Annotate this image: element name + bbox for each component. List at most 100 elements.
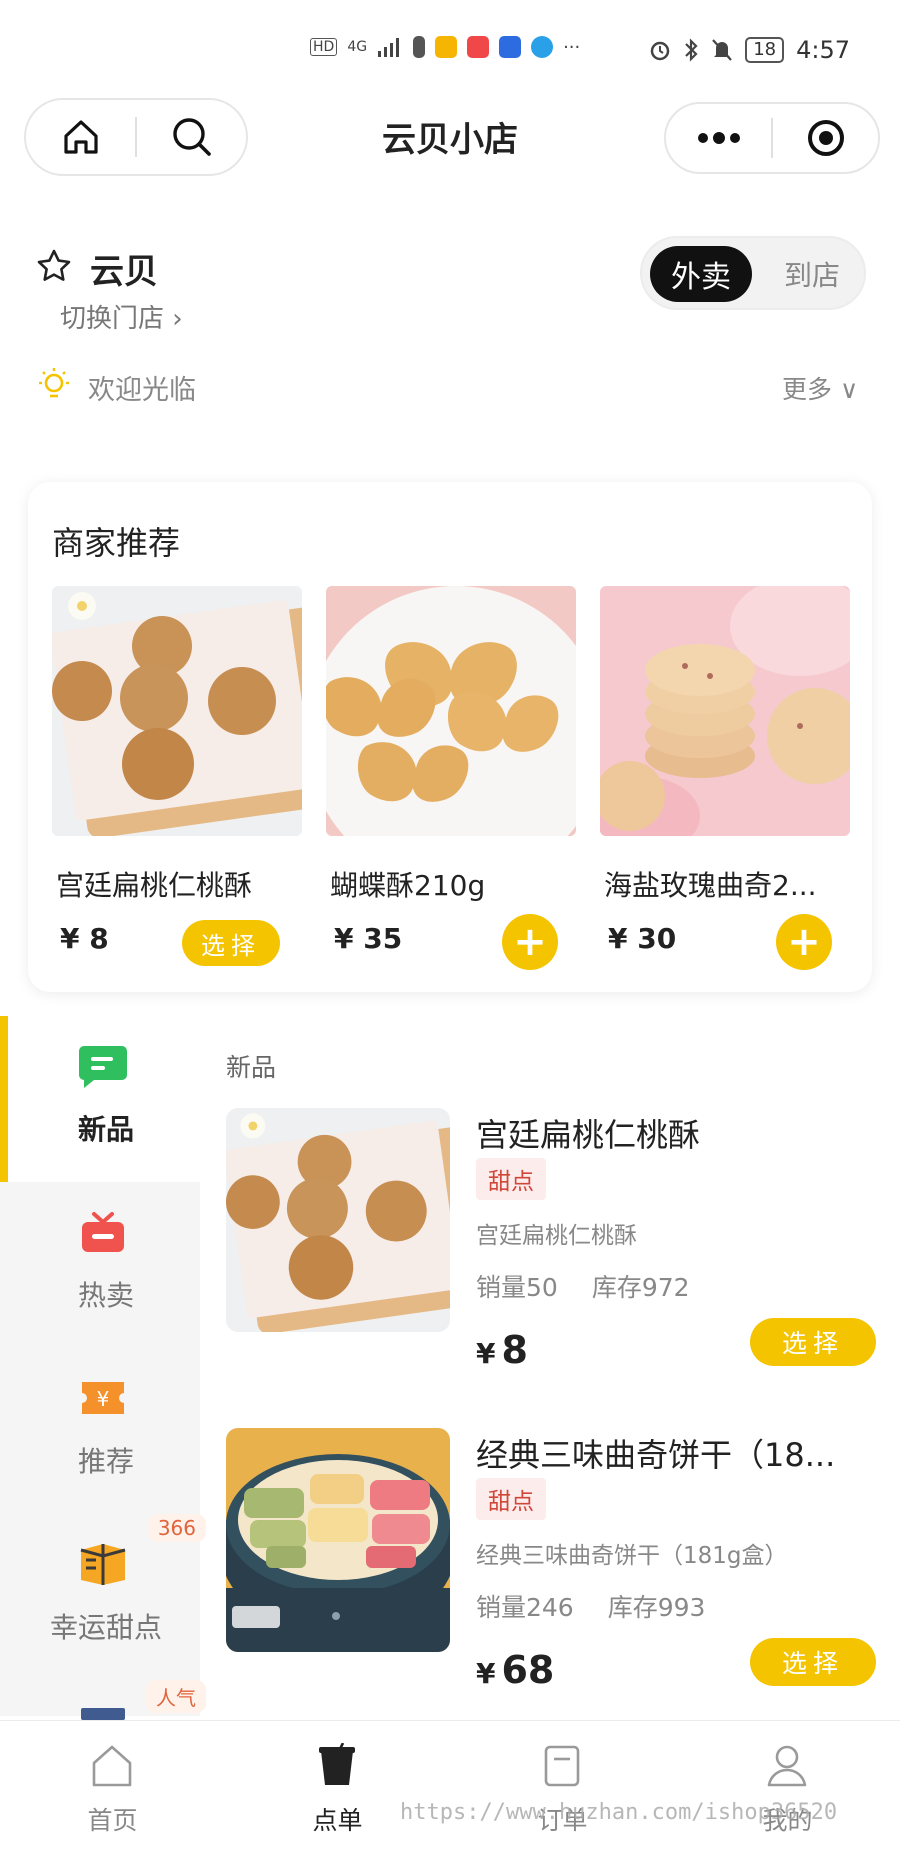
product-description: 宫廷扁桃仁桃酥	[476, 1223, 637, 1249]
tab-order-menu[interactable]: 点单	[225, 1721, 450, 1856]
battery-indicator: 18	[745, 37, 785, 63]
product-tag: 甜点	[476, 1478, 546, 1520]
box-icon	[81, 1708, 125, 1720]
product-image-walnut-cookie[interactable]	[52, 586, 302, 836]
category-label: 幸运甜点	[49, 1611, 162, 1644]
favorite-star-icon[interactable]	[36, 248, 72, 284]
target-icon	[807, 120, 844, 156]
recommend-title: 商家推荐	[52, 524, 181, 562]
more-menu-button[interactable]	[666, 104, 771, 172]
recommend-item-name: 蝴蝶酥210g	[330, 869, 486, 902]
recommend-item-price: ¥ 8	[60, 922, 109, 955]
mail-app-icon	[435, 36, 458, 58]
category-popular-badge: 人气	[146, 1680, 206, 1713]
recommend-item-price: ¥ 35	[334, 922, 403, 955]
product-card[interactable]: 经典三味曲奇饼干（18... 甜点 经典三味曲奇饼干（181g盒） 销量246 库…	[226, 1428, 886, 1692]
product-description: 经典三味曲奇饼干（181g盒）	[476, 1543, 788, 1569]
product-price: ¥8	[476, 1328, 528, 1372]
lightbulb-icon	[39, 368, 69, 398]
category-item-hot[interactable]: 热卖	[0, 1182, 210, 1348]
box-icon	[80, 1544, 126, 1585]
add-to-cart-button[interactable]: +	[776, 914, 832, 970]
product-name: 经典三味曲奇饼干（18...	[476, 1436, 836, 1474]
recommend-item-price: ¥ 30	[608, 922, 677, 955]
select-button[interactable]: 选择	[182, 920, 280, 966]
blue-app-icon	[499, 36, 522, 58]
product-sales: 销量50	[476, 1273, 558, 1302]
product-tag: 甜点	[476, 1158, 546, 1200]
tab-profile[interactable]: 我的	[675, 1721, 900, 1856]
more-link[interactable]: 更多 ∨	[782, 370, 858, 406]
status-left: HD 4G ···	[310, 36, 580, 58]
bluetooth-icon	[685, 38, 698, 62]
product-image-butterfly-pastry[interactable]	[326, 586, 576, 836]
delivery-mode-button[interactable]: 外卖	[650, 246, 752, 302]
recommend-item[interactable]: 蝴蝶酥210g ¥ 35 +	[326, 586, 576, 970]
tab-label: 首页	[87, 1806, 138, 1835]
tab-orders[interactable]: 订单	[450, 1721, 675, 1856]
product-price: ¥68	[476, 1648, 554, 1692]
recommend-item-name: 宫廷扁桃仁桃酥	[56, 869, 253, 902]
alert-icon	[413, 36, 426, 58]
store-name: 云贝	[90, 252, 158, 292]
gift-icon	[82, 1212, 124, 1252]
product-card[interactable]: 宫廷扁桃仁桃酥 甜点 宫廷扁桃仁桃酥 销量50 库存972 ¥8 选择	[226, 1108, 886, 1372]
more-notifications-icon: ···	[563, 36, 581, 58]
nav-left-pill	[24, 98, 248, 176]
home-button[interactable]	[26, 100, 135, 174]
signal-icon	[378, 38, 400, 57]
coupon-icon: ¥	[82, 1382, 124, 1414]
product-image-walnut-cookie[interactable]	[226, 1108, 450, 1332]
bottom-tab-bar: 首页 点单 订单 我的	[0, 1720, 900, 1856]
status-bar: HD 4G ··· 18 4:57	[0, 0, 900, 100]
product-image-cookie-tin[interactable]	[226, 1428, 450, 1652]
category-item-new[interactable]: 新品	[0, 1016, 210, 1182]
category-label: 新品	[77, 1113, 134, 1146]
product-stock: 库存972	[591, 1273, 690, 1302]
profile-icon	[767, 1745, 807, 1787]
select-button[interactable]: 选择	[750, 1638, 876, 1686]
product-stats: 销量50 库存972	[476, 1268, 690, 1304]
product-stock: 库存993	[607, 1593, 706, 1622]
search-button[interactable]	[137, 100, 246, 174]
watermark: https://www.huzhan.com/ishop36520	[400, 1800, 838, 1825]
category-label: 热卖	[77, 1279, 134, 1312]
welcome-text: 欢迎光临	[88, 375, 196, 406]
category-label: 推荐	[77, 1445, 134, 1478]
price-value: 8	[501, 1328, 528, 1372]
select-button[interactable]: 选择	[750, 1318, 876, 1366]
recommend-item[interactable]: 宫廷扁桃仁桃酥 ¥ 8 选择	[52, 586, 302, 966]
more-dots-icon	[697, 132, 740, 144]
category-item-lucky-dessert[interactable]: 366 幸运甜点	[0, 1514, 210, 1680]
currency-symbol: ¥	[476, 1337, 496, 1370]
home-icon	[92, 1745, 132, 1787]
close-miniapp-button[interactable]	[773, 104, 878, 172]
merchant-recommend-card: 商家推荐 宫廷扁桃仁桃酥 ¥ 8 选择 蝴蝶酥210g ¥ 35 + 海盐玫瑰曲…	[28, 482, 872, 992]
product-image-rose-cookie[interactable]	[600, 586, 850, 836]
price-value: 68	[501, 1648, 555, 1692]
network-indicator: 4G	[347, 39, 368, 55]
alarm-icon	[650, 41, 670, 61]
browser-app-icon	[531, 36, 554, 58]
hd-indicator: HD	[310, 38, 338, 56]
product-sales: 销量246	[476, 1593, 574, 1622]
chat-icon	[79, 1046, 127, 1088]
home-icon	[63, 120, 98, 154]
recommend-item[interactable]: 海盐玫瑰曲奇2... ¥ 30 +	[600, 586, 850, 970]
recommend-item-name: 海盐玫瑰曲奇2...	[604, 869, 817, 902]
tab-home[interactable]: 首页	[0, 1721, 225, 1856]
section-title: 新品	[226, 1053, 277, 1082]
add-to-cart-button[interactable]: +	[502, 914, 558, 970]
svg-text:¥: ¥	[97, 1387, 110, 1411]
product-stats: 销量246 库存993	[476, 1588, 705, 1624]
switch-store-link[interactable]: 切换门店 ›	[60, 298, 183, 335]
capsule-menu	[664, 102, 880, 174]
dine-in-mode-button[interactable]: 到店	[766, 246, 858, 302]
category-item-popular[interactable]: 人气	[0, 1680, 210, 1720]
status-right: 18 4:57	[649, 36, 850, 64]
red-app-icon	[467, 36, 490, 58]
cup-icon	[319, 1743, 355, 1785]
currency-symbol: ¥	[476, 1657, 496, 1690]
category-item-recommend[interactable]: ¥ 推荐	[0, 1348, 210, 1514]
clock: 4:57	[796, 36, 850, 64]
